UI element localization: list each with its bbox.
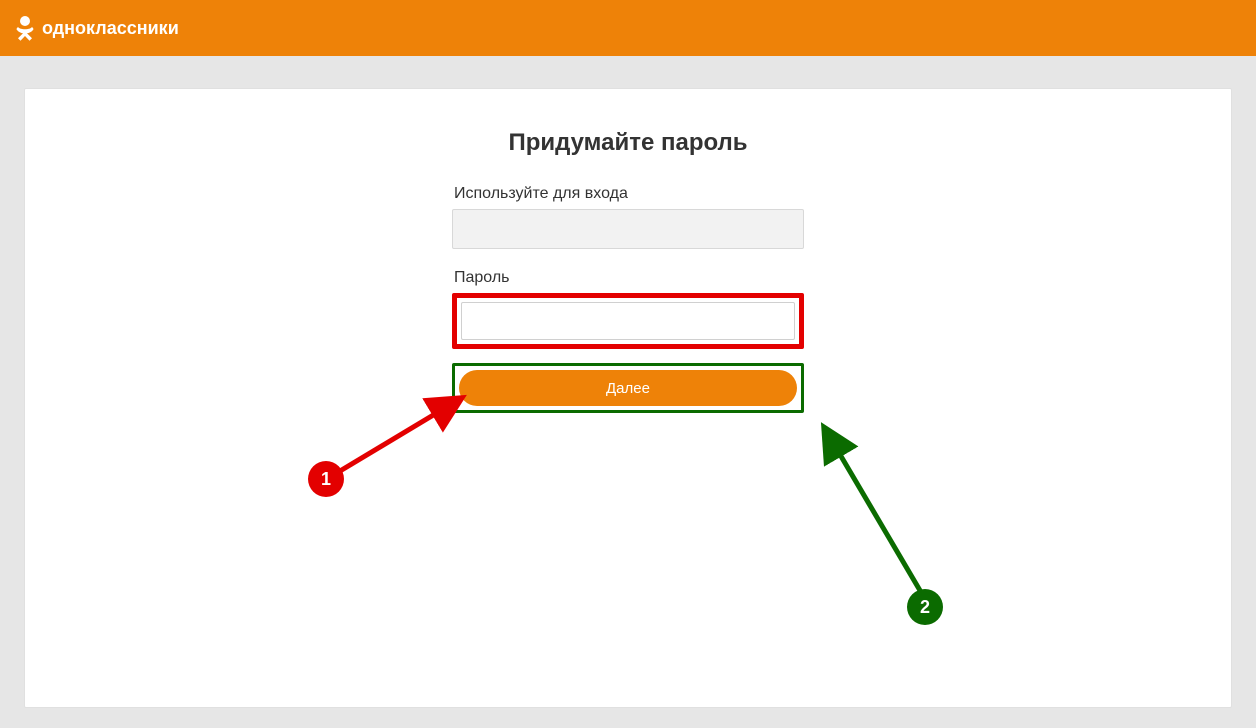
brand-logo[interactable]: одноклассники: [14, 14, 179, 42]
content-card: Придумайте пароль Используйте для входа …: [24, 88, 1232, 708]
next-button[interactable]: Далее: [459, 370, 797, 406]
page-body: Придумайте пароль Используйте для входа …: [0, 56, 1256, 708]
password-highlight-box: [452, 293, 804, 349]
login-field: [452, 209, 804, 249]
password-label: Пароль: [454, 269, 804, 287]
annotation-badge-1: 1: [308, 461, 344, 497]
brand-name: одноклассники: [42, 18, 179, 39]
page-title: Придумайте пароль: [452, 129, 804, 157]
next-button-highlight-box: Далее: [452, 363, 804, 413]
ok-logo-icon: [14, 14, 36, 42]
password-input[interactable]: [461, 302, 795, 340]
annotation-badge-2: 2: [907, 589, 943, 625]
app-header: одноклассники: [0, 0, 1256, 56]
annotation-step-2: 2: [795, 409, 975, 629]
login-label: Используйте для входа: [454, 185, 804, 203]
password-form: Придумайте пароль Используйте для входа …: [452, 129, 804, 413]
